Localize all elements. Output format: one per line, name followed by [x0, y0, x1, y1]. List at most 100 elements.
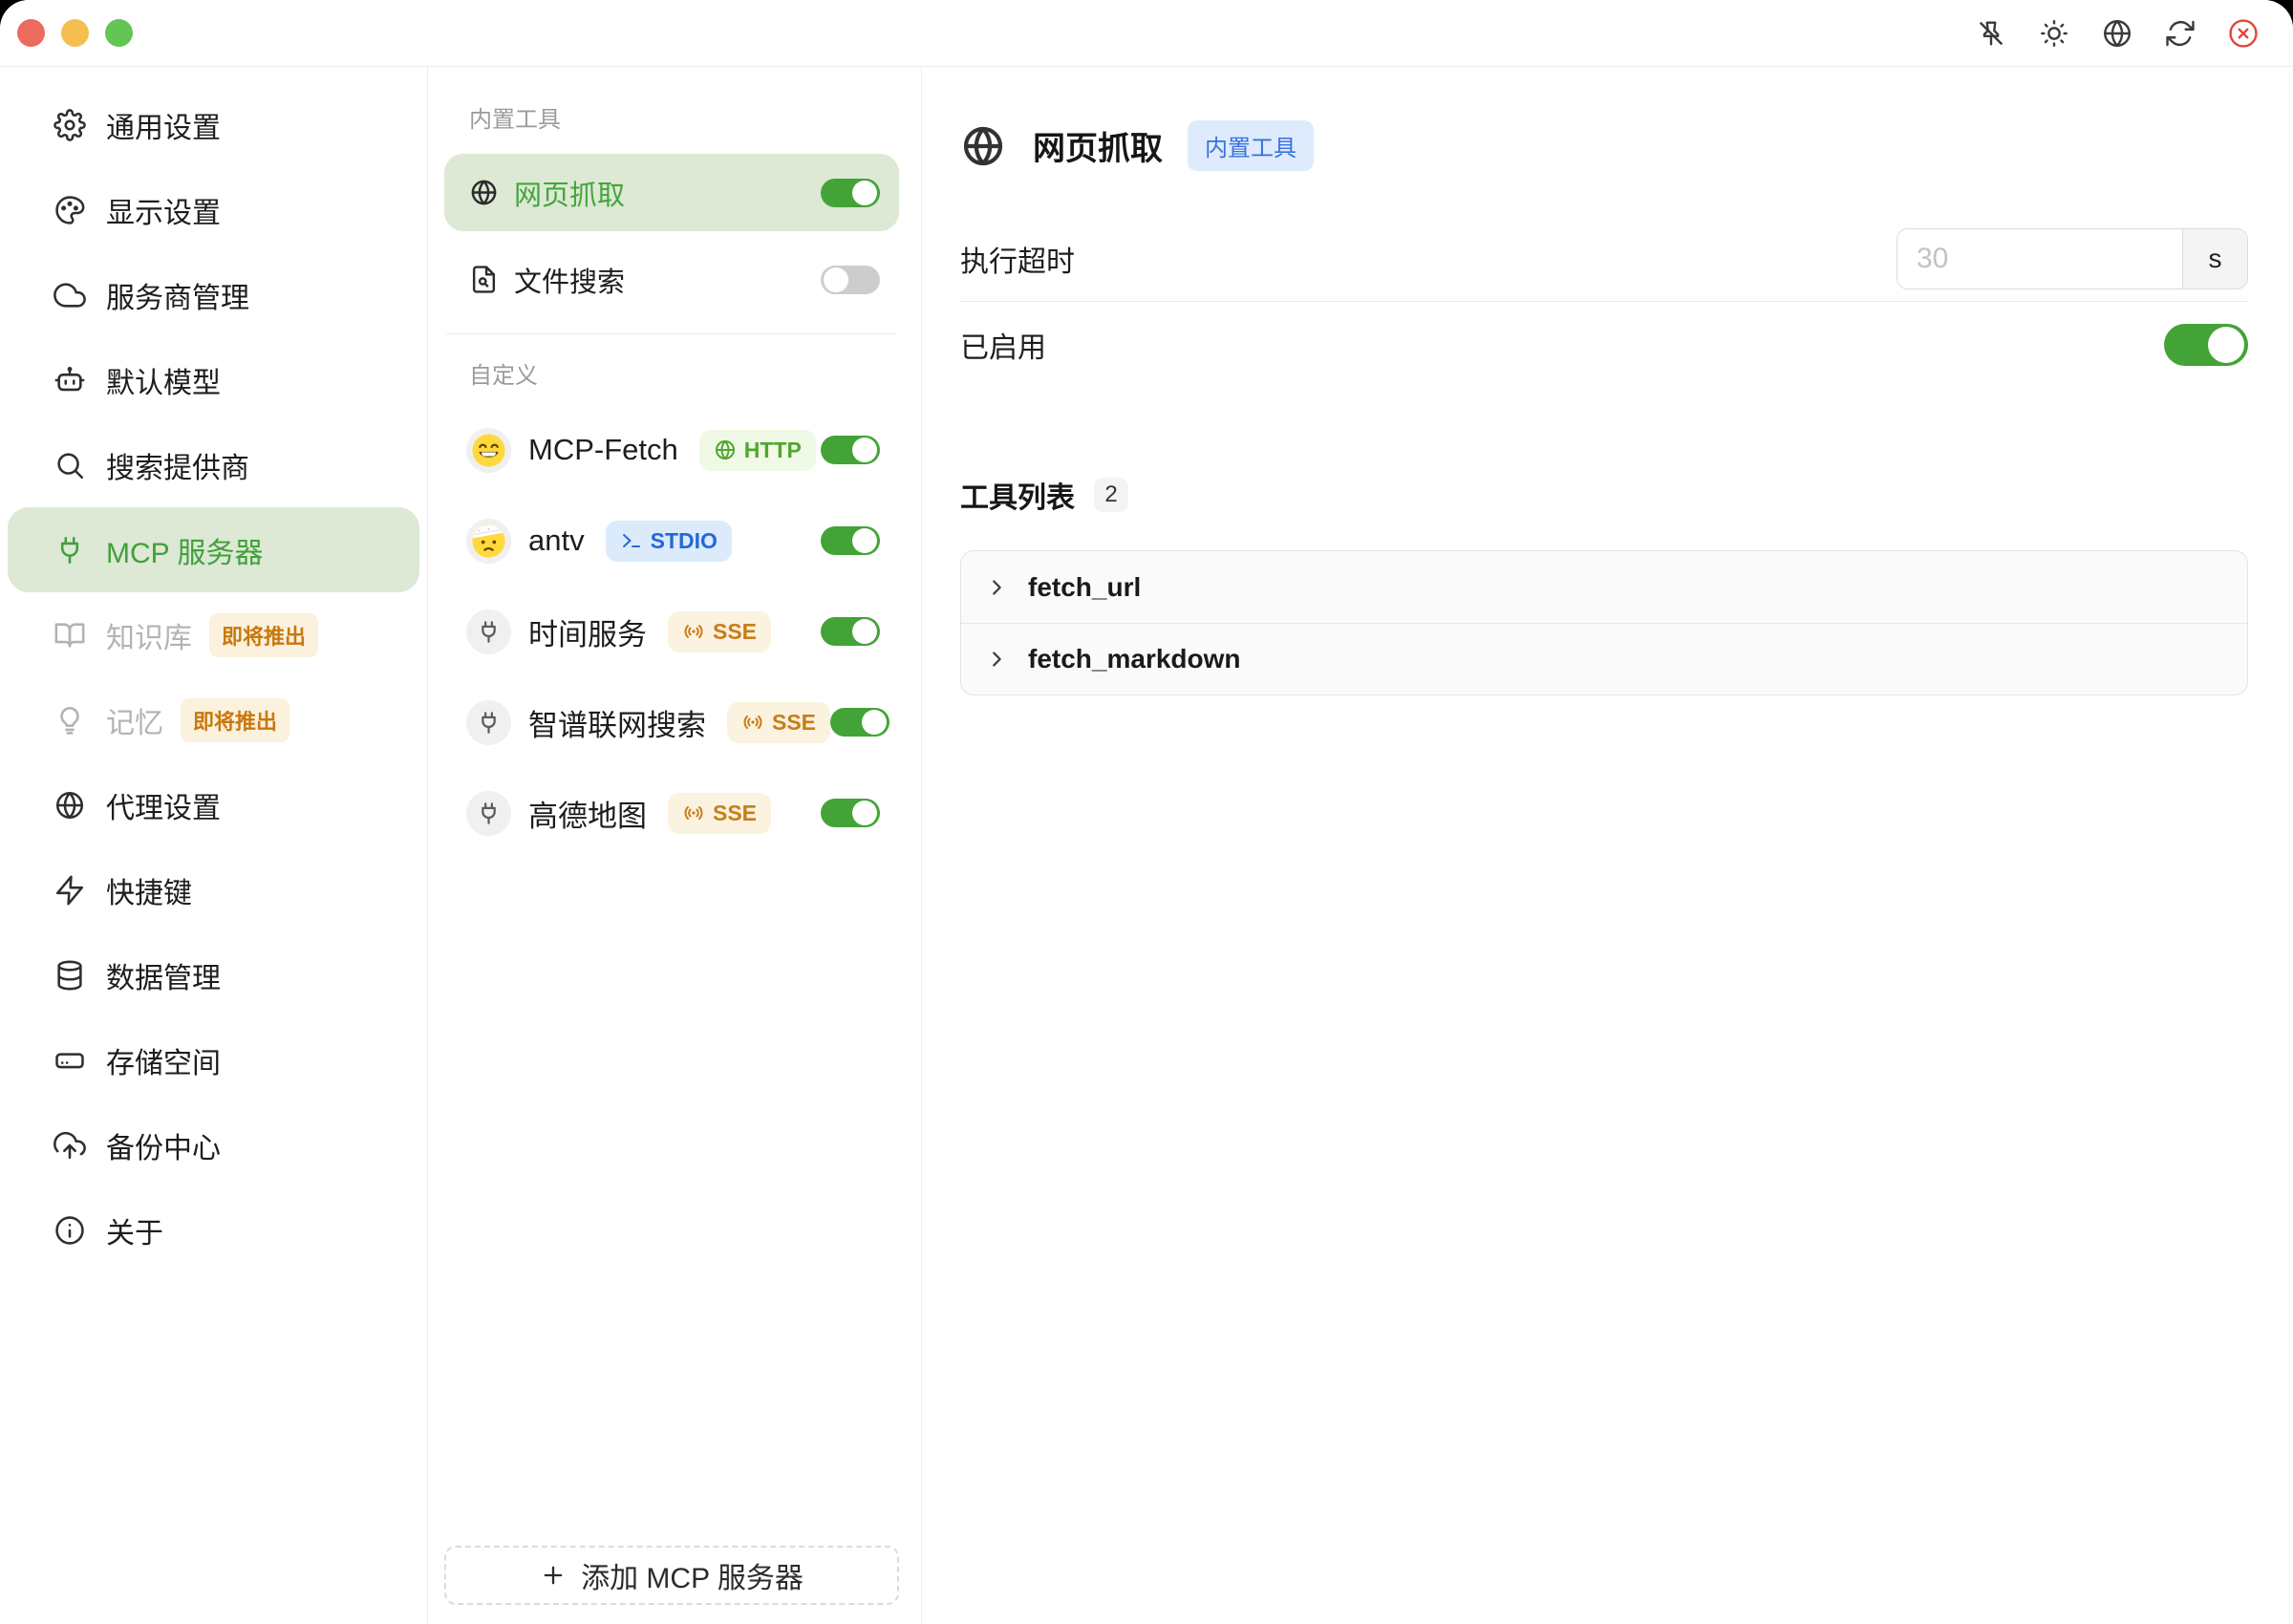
server-row-time-service[interactable]: 时间服务 SSE — [444, 589, 899, 673]
file-search-icon — [469, 265, 499, 294]
sidebar-item-label: 记忆 — [106, 699, 163, 741]
sidebar-item-search-providers[interactable]: 搜索提供商 — [8, 422, 419, 507]
sidebar-item-providers[interactable]: 服务商管理 — [8, 252, 419, 337]
broadcast-icon — [741, 711, 764, 734]
pin-off-icon[interactable] — [1972, 14, 2010, 53]
sidebar-item-shortcuts[interactable]: 快捷键 — [8, 847, 419, 932]
sidebar-item-memory[interactable]: 记忆 即将推出 — [8, 677, 419, 762]
sidebar-item-label: 显示设置 — [106, 189, 221, 231]
timeout-input[interactable] — [1897, 229, 2182, 288]
close-window-icon[interactable] — [2224, 14, 2262, 53]
titlebar-actions — [1972, 14, 2293, 53]
sse-badge: SSE — [668, 793, 771, 834]
enabled-toggle[interactable] — [2164, 324, 2248, 366]
plug-icon — [54, 534, 86, 566]
tool-row-fetch-url[interactable]: fetch_url — [961, 551, 2247, 623]
server-name: 网页抓取 — [514, 173, 625, 213]
sidebar-item-proxy[interactable]: 代理设置 — [8, 762, 419, 847]
grinning-emoji-icon — [466, 428, 511, 473]
cloud-icon — [54, 279, 86, 311]
broadcast-icon — [682, 801, 705, 824]
custom-section-label: 自定义 — [469, 365, 899, 388]
amap-toggle[interactable] — [821, 799, 880, 827]
macos-minimize-button[interactable] — [61, 19, 89, 47]
stdio-badge: STDIO — [606, 521, 732, 562]
sidebar-item-mcp-servers[interactable]: MCP 服务器 — [8, 507, 419, 592]
language-globe-icon[interactable] — [2098, 14, 2136, 53]
lightbulb-icon — [54, 704, 86, 737]
tools-header: 工具列表 2 — [960, 476, 2248, 514]
sidebar-item-label: 搜索提供商 — [106, 444, 249, 486]
mcp-servers-panel: 内置工具 网页抓取 文件搜索 自定义 MCP-Fetch — [428, 67, 922, 1624]
theme-sun-icon[interactable] — [2035, 14, 2073, 53]
sidebar-item-data-management[interactable]: 数据管理 — [8, 932, 419, 1017]
titlebar — [0, 0, 2293, 67]
plus-icon — [540, 1562, 567, 1589]
server-row-zhipu-search[interactable]: 智谱联网搜索 SSE — [444, 680, 899, 764]
macos-zoom-button[interactable] — [105, 19, 133, 47]
sidebar-item-label: 通用设置 — [106, 104, 221, 146]
palette-icon — [54, 194, 86, 226]
builtin-tool-badge: 内置工具 — [1188, 120, 1314, 171]
timeout-label: 执行超时 — [960, 238, 1075, 280]
gear-icon — [54, 109, 86, 141]
zap-icon — [54, 874, 86, 907]
builtin-section-label: 内置工具 — [469, 109, 899, 132]
sidebar-item-general[interactable]: 通用设置 — [8, 82, 419, 167]
server-detail-panel: 网页抓取 内置工具 执行超时 s 已启用 工具列表 2 — [922, 67, 2293, 1624]
terminal-icon — [620, 529, 643, 552]
sidebar-item-label: 快捷键 — [106, 869, 192, 911]
chevron-right-icon — [986, 649, 1007, 670]
sidebar-item-label: 服务商管理 — [106, 274, 249, 316]
sidebar-item-display[interactable]: 显示设置 — [8, 167, 419, 252]
sidebar-item-label: 关于 — [106, 1209, 163, 1251]
timeout-row: 执行超时 s — [960, 228, 2248, 289]
web-fetch-toggle[interactable] — [821, 179, 880, 207]
sidebar-item-backup[interactable]: 备份中心 — [8, 1102, 419, 1187]
zhipu-search-toggle[interactable] — [830, 708, 889, 737]
coming-soon-badge: 即将推出 — [209, 613, 318, 657]
plug-icon — [466, 609, 511, 654]
settings-window: 通用设置 显示设置 服务商管理 默认模型 搜索提供商 MCP 服务器 — [0, 0, 2293, 1624]
info-icon — [54, 1214, 86, 1247]
add-mcp-server-button[interactable]: 添加 MCP 服务器 — [444, 1546, 899, 1605]
tool-row-fetch-markdown[interactable]: fetch_markdown — [961, 623, 2247, 694]
mcp-fetch-toggle[interactable] — [821, 436, 880, 464]
refresh-icon[interactable] — [2161, 14, 2199, 53]
tools-title: 工具列表 — [960, 474, 1075, 516]
book-icon — [54, 619, 86, 652]
tool-name: fetch_markdown — [1028, 644, 1241, 674]
server-row-file-search[interactable]: 文件搜索 — [444, 241, 899, 318]
sidebar-item-storage[interactable]: 存储空间 — [8, 1017, 419, 1102]
database-icon — [54, 959, 86, 992]
section-divider — [446, 333, 897, 334]
enabled-label: 已启用 — [960, 324, 1046, 366]
time-service-toggle[interactable] — [821, 617, 880, 646]
file-search-toggle[interactable] — [821, 266, 880, 294]
server-row-web-fetch[interactable]: 网页抓取 — [444, 154, 899, 231]
server-name: 高德地图 — [528, 792, 647, 835]
sidebar-item-default-model[interactable]: 默认模型 — [8, 337, 419, 422]
globe-icon — [469, 178, 499, 207]
server-row-antv[interactable]: antv STDIO — [444, 499, 899, 583]
main-area: 通用设置 显示设置 服务商管理 默认模型 搜索提供商 MCP 服务器 — [0, 67, 2293, 1624]
server-row-mcp-fetch[interactable]: MCP-Fetch HTTP — [444, 408, 899, 492]
timeout-input-group: s — [1897, 228, 2248, 289]
macos-close-button[interactable] — [17, 19, 45, 47]
traffic-lights — [0, 19, 133, 47]
settings-sidebar: 通用设置 显示设置 服务商管理 默认模型 搜索提供商 MCP 服务器 — [0, 67, 428, 1624]
sidebar-item-label: 存储空间 — [106, 1039, 221, 1081]
antv-toggle[interactable] — [821, 526, 880, 555]
globe-icon — [960, 123, 1006, 169]
robot-icon — [54, 364, 86, 396]
http-badge: HTTP — [699, 430, 816, 471]
sidebar-item-knowledge-base[interactable]: 知识库 即将推出 — [8, 592, 419, 677]
sse-badge: SSE — [727, 702, 830, 743]
plug-icon — [466, 700, 511, 745]
sidebar-item-about[interactable]: 关于 — [8, 1187, 419, 1272]
sidebar-item-label: 代理设置 — [106, 784, 221, 826]
globe-icon — [54, 789, 86, 822]
cloud-upload-icon — [54, 1129, 86, 1162]
server-row-amap[interactable]: 高德地图 SSE — [444, 771, 899, 855]
timeout-unit: s — [2182, 229, 2247, 288]
